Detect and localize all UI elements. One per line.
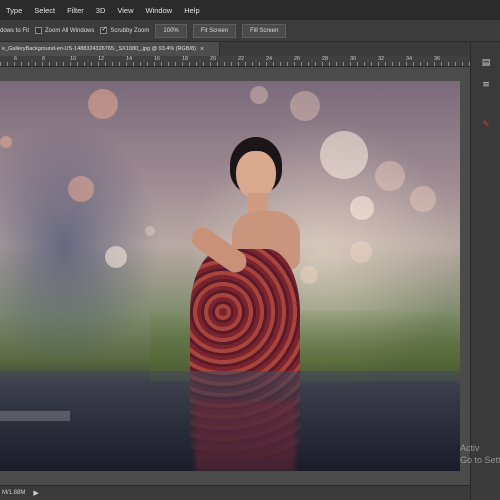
watermark-line-1: Activ <box>460 443 480 453</box>
face <box>236 151 276 199</box>
bokeh-light <box>320 131 368 179</box>
right-panel-dock: ▤ ≡ ✎ <box>470 42 500 500</box>
doc-size-readout[interactable]: M/1.88M <box>0 490 25 496</box>
menu-view[interactable]: View <box>111 6 139 15</box>
ruler-ticks <box>0 62 470 66</box>
water-highlight <box>0 411 70 421</box>
options-bar: dows to Fit Zoom All Windows Scrubby Zoo… <box>0 20 500 42</box>
history-icon[interactable]: ▤ <box>479 56 493 70</box>
zoom-all-windows-label: Zoom All Windows <box>45 27 95 34</box>
activation-watermark: Activ Go to Settin <box>460 442 500 466</box>
bokeh-light <box>145 226 155 236</box>
menu-3d[interactable]: 3D <box>90 6 112 15</box>
fit-screen-button[interactable]: Fit Screen <box>192 23 237 38</box>
resize-windows-label[interactable]: dows to Fit <box>0 28 29 34</box>
watermark-line-2: Go to Settin <box>460 455 500 465</box>
status-arrow-icon[interactable]: ▶ <box>33 489 38 497</box>
menu-filter[interactable]: Filter <box>61 6 90 15</box>
document-tab-title: e_GalleryBackground-en-US-1488324326765.… <box>2 46 196 52</box>
menu-window[interactable]: Window <box>140 6 179 15</box>
water-reflection <box>195 401 295 471</box>
foliage-background <box>0 121 160 371</box>
bokeh-light <box>88 89 118 119</box>
zoom-all-windows-box[interactable] <box>35 27 43 34</box>
bokeh-light <box>105 246 127 268</box>
document-tab[interactable]: e_GalleryBackground-en-US-1488324326765.… <box>0 42 220 56</box>
layers-icon[interactable]: ≡ <box>479 78 493 92</box>
zoom-100-button[interactable]: 100% <box>155 23 187 38</box>
zoom-all-windows-checkbox[interactable]: Zoom All Windows <box>35 27 94 34</box>
scrubby-zoom-label: Scrubby Zoom <box>110 27 150 34</box>
scrubby-zoom-box[interactable] <box>100 25 108 34</box>
bokeh-light <box>0 136 12 148</box>
photo-canvas[interactable] <box>0 81 460 471</box>
bokeh-light <box>375 161 405 191</box>
menu-type[interactable]: Type <box>0 6 28 15</box>
close-icon[interactable]: × <box>200 46 204 53</box>
menu-bar: Type Select Filter 3D View Window Help <box>0 0 500 20</box>
scrubby-zoom-checkbox[interactable]: Scrubby Zoom <box>100 25 150 34</box>
bokeh-light <box>350 241 372 263</box>
fill-screen-button[interactable]: Fill Screen <box>242 23 287 38</box>
bokeh-light <box>68 176 94 202</box>
bokeh-light <box>250 86 268 104</box>
brush-icon[interactable]: ✎ <box>479 118 493 132</box>
document-tab-strip: e_GalleryBackground-en-US-1488324326765.… <box>0 42 470 56</box>
horizontal-ruler: 6 8 10 12 14 16 18 20 22 24 26 28 30 32 … <box>0 56 470 67</box>
bokeh-light <box>290 91 320 121</box>
menu-help[interactable]: Help <box>178 6 205 15</box>
menu-select[interactable]: Select <box>28 6 61 15</box>
status-bar: M/1.88M ▶ <box>0 485 470 500</box>
bokeh-light <box>410 186 436 212</box>
canvas-area[interactable] <box>0 67 470 485</box>
bokeh-light <box>350 196 374 220</box>
